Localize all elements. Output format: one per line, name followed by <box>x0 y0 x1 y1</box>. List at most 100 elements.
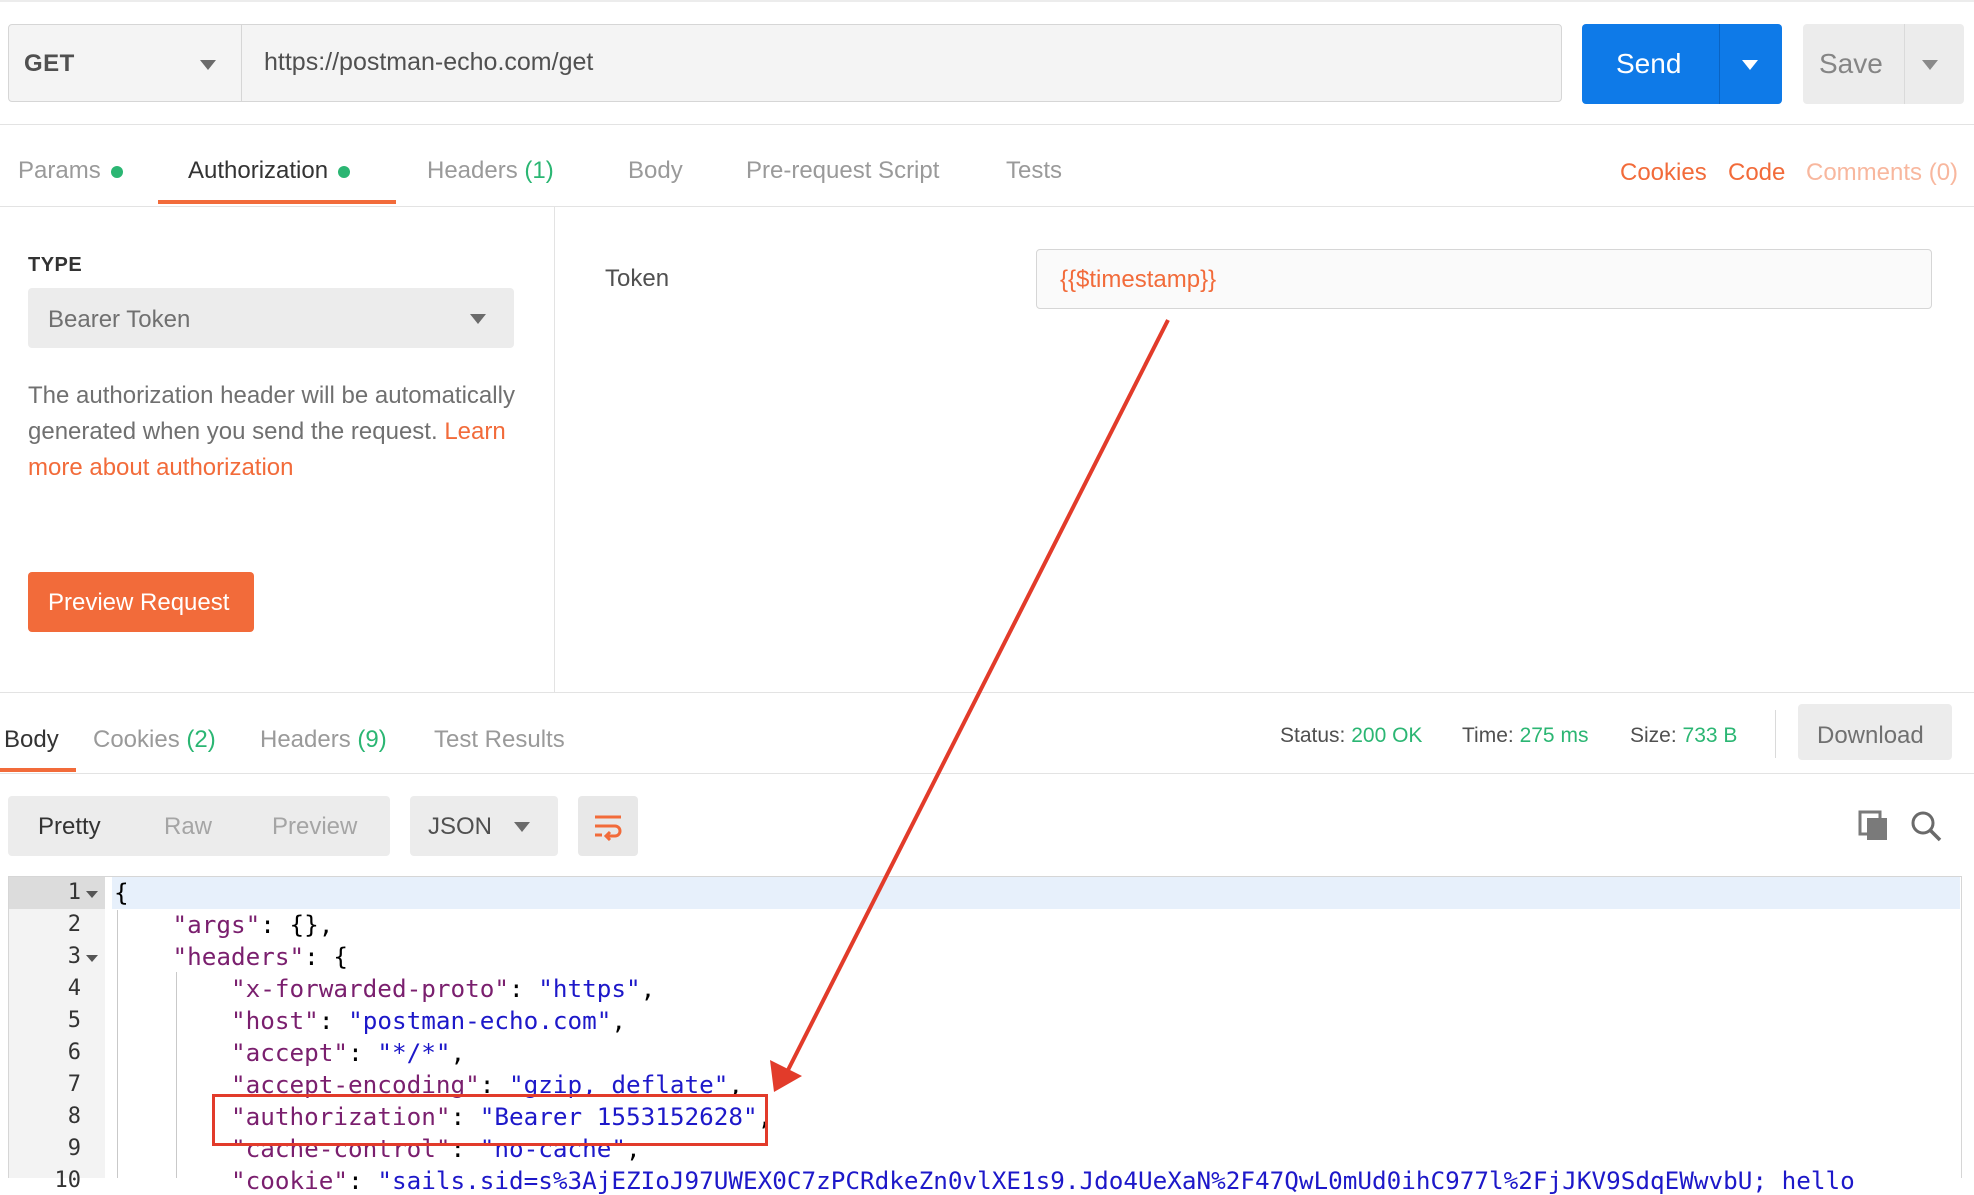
code-punct: : <box>348 1038 378 1067</box>
tab-prerequest-script[interactable]: Pre-request Script <box>746 157 939 185</box>
view-preview[interactable]: Preview <box>272 813 357 841</box>
send-options-chevron-icon[interactable] <box>1742 60 1758 70</box>
params-status-dot-icon <box>110 165 123 178</box>
code-punct: : <box>318 1006 349 1035</box>
code-punct: : {}, <box>260 910 334 939</box>
size-label: Size: <box>1630 724 1677 747</box>
annotation-highlight-box <box>212 1094 768 1146</box>
code-line: "headers": { <box>114 942 349 971</box>
time-readout: Time: 275 ms <box>1462 724 1588 748</box>
divider <box>0 692 1974 693</box>
time-label: Time: <box>1462 724 1514 747</box>
response-tab-headers[interactable]: Headers (9) <box>260 726 387 754</box>
tab-params[interactable]: Params <box>18 157 123 185</box>
fold-toggle-icon[interactable] <box>86 891 98 898</box>
code-line: "args": {}, <box>114 910 334 939</box>
line-number: 4 <box>67 976 81 1001</box>
download-button-label: Download <box>1817 722 1924 749</box>
line-number: 2 <box>67 912 81 937</box>
code-line: "x-forwarded-proto": "https", <box>114 974 655 1003</box>
status-divider <box>1775 710 1776 758</box>
auth-description-text: The authorization header will be automat… <box>28 382 515 445</box>
line-number: 6 <box>67 1040 81 1065</box>
code-line: "host": "postman-echo.com", <box>114 1006 626 1035</box>
chevron-down-icon <box>470 314 486 324</box>
view-raw[interactable]: Raw <box>164 813 212 841</box>
panel-divider <box>554 207 555 692</box>
tab-tests[interactable]: Tests <box>1006 157 1062 185</box>
code-punct: : <box>348 1166 378 1195</box>
code-punct: , <box>611 1006 627 1035</box>
chevron-down-icon <box>514 822 530 832</box>
comments-link[interactable]: Comments (0) <box>1806 159 1958 187</box>
json-key: "x-forwarded-proto" <box>231 974 509 1003</box>
line-number: 3 <box>67 944 81 969</box>
url-input[interactable]: https://postman-echo.com/get <box>264 48 593 77</box>
active-response-tab-indicator <box>0 768 76 772</box>
preview-request-label: Preview Request <box>48 589 230 616</box>
response-tab-test-results[interactable]: Test Results <box>434 726 565 754</box>
line-number: 7 <box>67 1072 81 1097</box>
code-punct: , <box>450 1038 466 1067</box>
json-key: "host" <box>231 1006 319 1035</box>
cookies-link[interactable]: Cookies <box>1620 159 1707 187</box>
divider <box>0 124 1974 125</box>
response-headers-count: (9) <box>357 726 387 753</box>
size-value: 733 B <box>1682 724 1738 747</box>
tab-headers[interactable]: Headers (1) <box>427 157 554 185</box>
line-number: 9 <box>67 1136 81 1161</box>
top-border <box>0 0 1974 2</box>
headers-count: (1) <box>524 157 554 184</box>
json-key: "args" <box>172 910 261 939</box>
json-key: "cookie" <box>231 1166 349 1195</box>
save-divider <box>1904 24 1905 104</box>
tab-authorization[interactable]: Authorization <box>188 157 351 185</box>
response-tab-cookies[interactable]: Cookies (2) <box>93 726 216 754</box>
send-divider <box>1719 24 1720 104</box>
view-pretty[interactable]: Pretty <box>38 813 101 841</box>
auth-description: The authorization header will be automat… <box>28 378 528 486</box>
json-value: "*/*" <box>377 1038 451 1067</box>
auth-type-label: TYPE <box>28 254 83 276</box>
active-line-highlight <box>112 877 1960 909</box>
code-punct: { <box>114 878 129 907</box>
authorization-status-dot-icon <box>338 165 351 178</box>
size-readout: Size: 733 B <box>1630 724 1737 748</box>
line-number: 8 <box>67 1104 81 1129</box>
line-number: 5 <box>67 1008 81 1033</box>
code-line: "accept": "*/*", <box>114 1038 465 1067</box>
divider <box>0 773 1974 774</box>
active-tab-indicator <box>158 200 396 204</box>
tab-body[interactable]: Body <box>628 157 683 185</box>
chevron-down-icon <box>200 60 216 70</box>
token-label: Token <box>605 265 670 292</box>
json-value: "https" <box>538 974 641 1003</box>
response-headers-label: Headers <box>260 726 351 753</box>
save-button-label: Save <box>1819 48 1883 79</box>
auth-type-value: Bearer Token <box>48 306 191 333</box>
wrap-lines-button[interactable] <box>578 796 638 856</box>
token-value: {{$timestamp}} <box>1060 266 1217 293</box>
code-link[interactable]: Code <box>1728 159 1785 187</box>
json-value: "sails.sid=s%3AjEZIoJ97UWEX0C7zPCRdkeZn0… <box>377 1166 1855 1195</box>
code-punct: : <box>508 974 539 1003</box>
fold-toggle-icon[interactable] <box>86 955 98 962</box>
save-options-chevron-icon[interactable] <box>1922 60 1938 70</box>
search-icon[interactable] <box>1910 810 1942 842</box>
json-value: "postman-echo.com" <box>348 1006 612 1035</box>
tab-params-label: Params <box>18 157 101 184</box>
json-key: "accept" <box>231 1038 349 1067</box>
copy-icon[interactable] <box>1858 810 1890 842</box>
status-value: 200 OK <box>1351 724 1423 747</box>
tab-headers-label: Headers <box>427 157 518 184</box>
divider <box>0 206 1974 207</box>
response-tab-body[interactable]: Body <box>4 726 59 754</box>
time-value: 275 ms <box>1519 724 1589 747</box>
tab-authorization-label: Authorization <box>188 157 329 184</box>
